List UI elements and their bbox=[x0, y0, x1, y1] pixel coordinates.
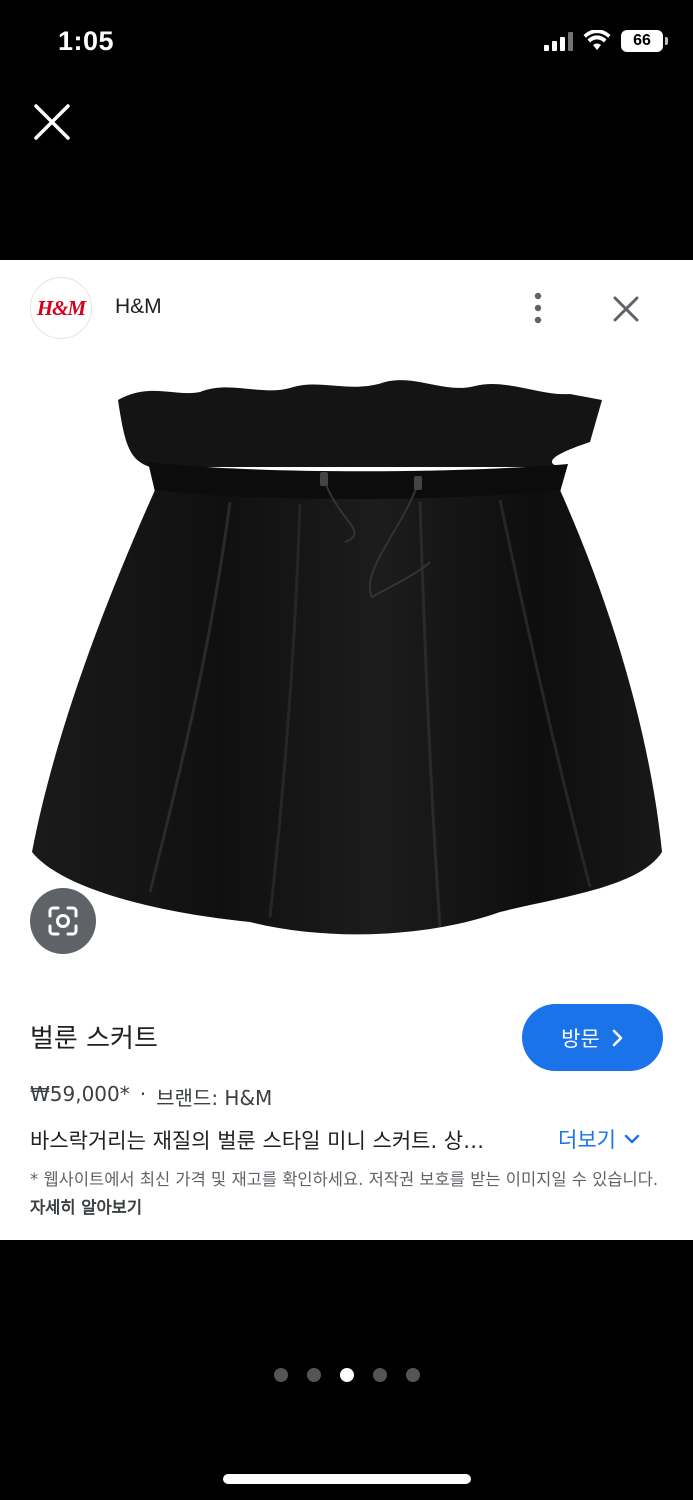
visit-button[interactable]: 방문 bbox=[522, 1004, 663, 1071]
status-icons: 66 bbox=[544, 30, 668, 52]
price: ₩59,000* bbox=[30, 1082, 130, 1106]
product-description: 바스락거리는 재질의 벌룬 스타일 미니 스커트. 상… bbox=[30, 1129, 485, 1153]
chevron-down-icon bbox=[624, 1134, 640, 1144]
visit-label: 방문 bbox=[561, 1026, 600, 1051]
status-bar: 1:05 66 bbox=[0, 0, 693, 80]
carousel-dot[interactable] bbox=[372, 1368, 387, 1382]
battery-icon: 66 bbox=[621, 30, 668, 52]
card-close-icon[interactable] bbox=[609, 292, 643, 326]
card-header: H&M H&M bbox=[0, 260, 693, 352]
camera-lens-icon bbox=[48, 906, 78, 936]
product-image[interactable] bbox=[0, 352, 693, 972]
more-label: 더보기 bbox=[558, 1128, 616, 1152]
brand-label: 브랜드: H&M bbox=[156, 1086, 273, 1110]
close-icon[interactable] bbox=[30, 100, 74, 144]
status-time: 1:05 bbox=[58, 26, 115, 56]
product-title: 벌룬 스커트 bbox=[30, 1024, 158, 1054]
lens-search-button[interactable] bbox=[30, 888, 96, 954]
chevron-right-icon bbox=[612, 1029, 623, 1046]
carousel-dots bbox=[0, 1368, 693, 1382]
separator: · bbox=[139, 1082, 147, 1106]
carousel-dot-active[interactable] bbox=[339, 1368, 354, 1382]
home-indicator[interactable] bbox=[223, 1474, 471, 1484]
more-link[interactable]: 더보기 bbox=[558, 1124, 640, 1154]
cellular-signal-icon bbox=[544, 31, 573, 51]
copyright-notice: * 웹사이트에서 최신 가격 및 재고를 확인하세요. 저작권 보호를 받는 이… bbox=[30, 1166, 670, 1222]
price-line: ₩59,000* · 브랜드: H&M bbox=[30, 1082, 272, 1111]
brand-name[interactable]: H&M bbox=[115, 295, 162, 319]
learn-more-link[interactable]: 자세히 알아보기 bbox=[30, 1198, 142, 1217]
carousel-dot[interactable] bbox=[273, 1368, 288, 1382]
product-card: H&M H&M 벌룬 스커트 방문 ₩59,000* · 브랜드: H&M 바스… bbox=[0, 260, 693, 1240]
more-options-icon[interactable] bbox=[523, 290, 553, 326]
carousel-dot[interactable] bbox=[306, 1368, 321, 1382]
wifi-icon bbox=[583, 30, 611, 50]
brand-logo[interactable]: H&M bbox=[30, 277, 92, 339]
carousel-dot[interactable] bbox=[405, 1368, 420, 1382]
notice-text: * 웹사이트에서 최신 가격 및 재고를 확인하세요. 저작권 보호를 받는 이… bbox=[30, 1170, 659, 1189]
